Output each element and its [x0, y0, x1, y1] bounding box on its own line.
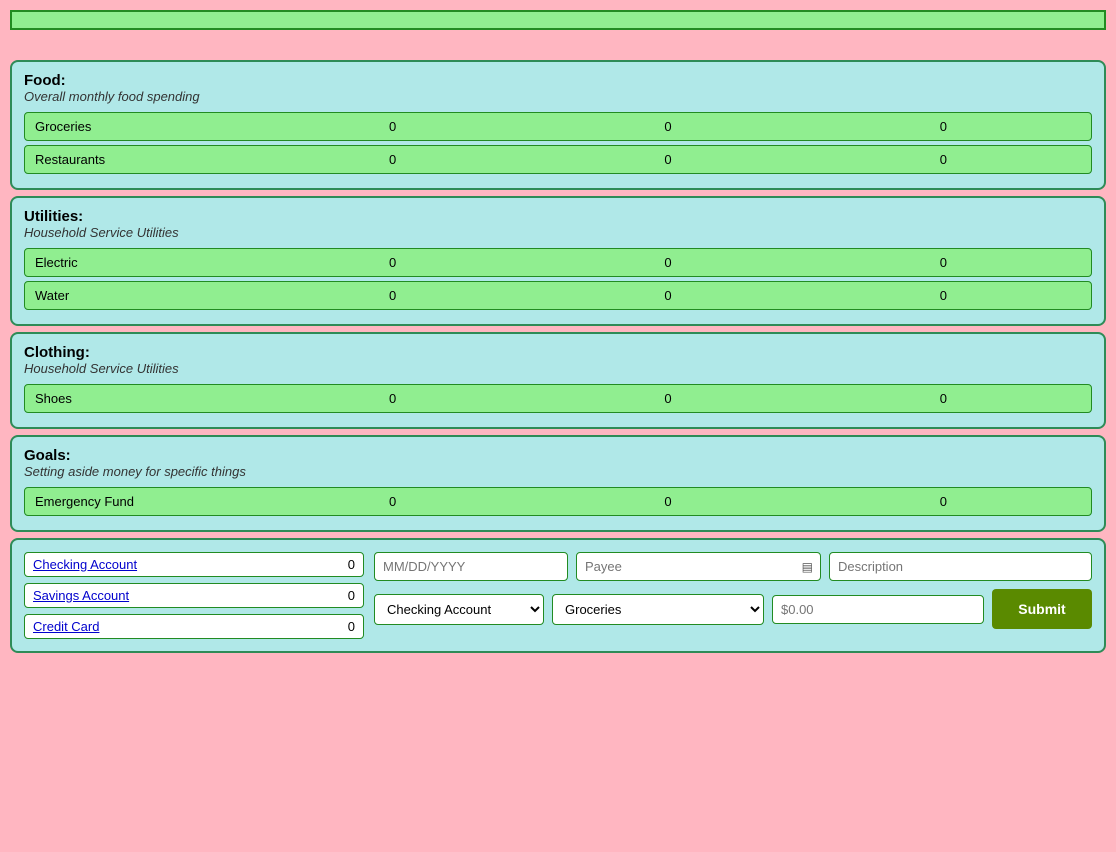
- row-val2: 0: [530, 255, 805, 270]
- section-food: Food:Overall monthly food spending Grocer…: [10, 60, 1106, 190]
- row-val1: 0: [255, 255, 530, 270]
- checking-account-row: Checking Account 0: [24, 552, 364, 577]
- row-val1: 0: [255, 288, 530, 303]
- savings-account-value: 0: [348, 588, 355, 603]
- app-header: [10, 10, 1106, 30]
- row-val3: 0: [806, 255, 1081, 270]
- row-label: Restaurants: [35, 152, 255, 167]
- row-val2: 0: [530, 119, 805, 134]
- row-val2: 0: [530, 391, 805, 406]
- section-clothing-title: Clothing:: [24, 344, 1092, 361]
- row-val1: 0: [255, 494, 530, 509]
- section-food-subtitle: Overall monthly food spending: [24, 89, 1092, 104]
- checking-account-value: 0: [348, 557, 355, 572]
- credit-card-link[interactable]: Credit Card: [33, 619, 342, 634]
- checking-account-link[interactable]: Checking Account: [33, 557, 342, 572]
- date-input[interactable]: [374, 552, 568, 581]
- row-val3: 0: [806, 494, 1081, 509]
- section-utilities-title: Utilities:: [24, 208, 1092, 225]
- section-clothing-subtitle: Household Service Utilities: [24, 361, 1092, 376]
- page-title: [0, 40, 1116, 54]
- section-utilities: Utilities:Household Service Utilities Ele…: [10, 196, 1106, 326]
- accounts-column: Checking Account 0 Savings Account 0 Cre…: [24, 552, 364, 639]
- row-val3: 0: [806, 288, 1081, 303]
- table-row: Electric000: [24, 248, 1092, 277]
- section-goals-subtitle: Setting aside money for specific things: [24, 464, 1092, 479]
- row-label: Emergency Fund: [35, 494, 255, 509]
- section-goals: Goals:Setting aside money for specific t…: [10, 435, 1106, 532]
- row-label: Electric: [35, 255, 255, 270]
- row-val2: 0: [530, 494, 805, 509]
- row-val3: 0: [806, 391, 1081, 406]
- row-val1: 0: [255, 391, 530, 406]
- category-select[interactable]: GroceriesRestaurantsElectricWaterShoesEm…: [552, 594, 764, 625]
- table-row: Water000: [24, 281, 1092, 310]
- row-val3: 0: [806, 119, 1081, 134]
- row-val2: 0: [530, 288, 805, 303]
- row-label: Water: [35, 288, 255, 303]
- savings-account-link[interactable]: Savings Account: [33, 588, 342, 603]
- table-row: Groceries000: [24, 112, 1092, 141]
- table-row: Restaurants000: [24, 145, 1092, 174]
- credit-card-row: Credit Card 0: [24, 614, 364, 639]
- section-utilities-subtitle: Household Service Utilities: [24, 225, 1092, 240]
- row-val2: 0: [530, 152, 805, 167]
- row-label: Shoes: [35, 391, 255, 406]
- row-val1: 0: [255, 152, 530, 167]
- payee-icon: ▤: [802, 560, 813, 574]
- section-goals-title: Goals:: [24, 447, 1092, 464]
- table-row: Shoes000: [24, 384, 1092, 413]
- savings-account-row: Savings Account 0: [24, 583, 364, 608]
- row-val3: 0: [806, 152, 1081, 167]
- section-food-title: Food:: [24, 72, 1092, 89]
- credit-card-value: 0: [348, 619, 355, 634]
- section-clothing: Clothing:Household Service Utilities Shoe…: [10, 332, 1106, 429]
- account-select[interactable]: Checking AccountSavings AccountCredit Ca…: [374, 594, 544, 625]
- row-val1: 0: [255, 119, 530, 134]
- transaction-form: Checking Account 0 Savings Account 0 Cre…: [10, 538, 1106, 653]
- description-input[interactable]: [829, 552, 1092, 581]
- right-inputs: ▤ Checking AccountSavings AccountCredit …: [374, 552, 1092, 629]
- payee-wrap: ▤: [576, 552, 821, 581]
- amount-input[interactable]: [772, 595, 984, 624]
- table-row: Emergency Fund000: [24, 487, 1092, 516]
- payee-input[interactable]: [576, 552, 821, 581]
- row-label: Groceries: [35, 119, 255, 134]
- submit-button[interactable]: Submit: [992, 589, 1092, 629]
